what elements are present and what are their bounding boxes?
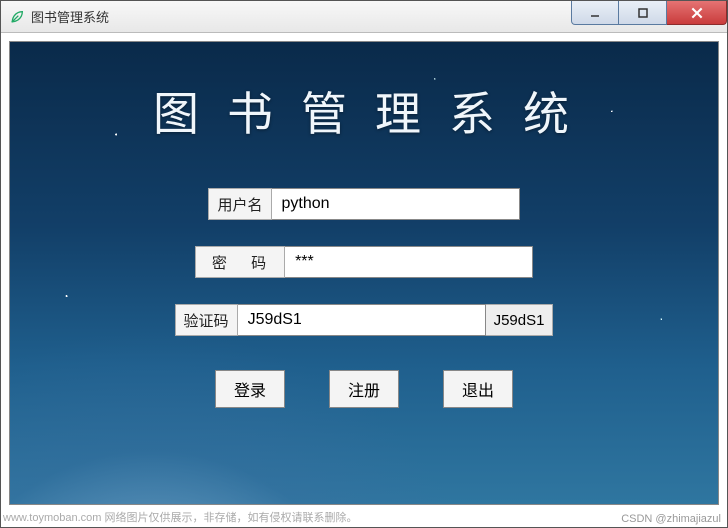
username-row: 用户名 [208, 188, 519, 220]
username-input[interactable] [272, 188, 520, 220]
window-minimize-button[interactable] [571, 1, 619, 25]
window-close-button[interactable] [667, 1, 727, 25]
password-row: 密 码 [195, 246, 533, 278]
window-titlebar: 图书管理系统 [1, 1, 727, 33]
captcha-row: 验证码 J59dS1 [175, 304, 554, 336]
app-feather-icon [9, 9, 25, 25]
button-row: 登录 注册 退出 [215, 370, 513, 408]
footer-right-text: CSDN @zhimajiazul [621, 513, 721, 525]
password-label: 密 码 [195, 246, 285, 278]
login-button[interactable]: 登录 [215, 370, 285, 408]
exit-button[interactable]: 退出 [443, 370, 513, 408]
captcha-label: 验证码 [175, 304, 238, 336]
window-title: 图书管理系统 [31, 7, 109, 26]
register-button[interactable]: 注册 [329, 370, 399, 408]
client-area: 图书管理系统 用户名 密 码 验证码 J59dS1 登录 注册 退出 [9, 41, 719, 505]
captcha-display: J59dS1 [486, 304, 554, 336]
password-input[interactable] [285, 246, 533, 278]
username-label: 用户名 [208, 188, 271, 220]
footer-left-text: www.toymoban.com 网络图片仅供展示，非存储，如有侵权请联系删除。 [3, 509, 357, 525]
captcha-input[interactable] [238, 304, 486, 336]
window-maximize-button[interactable] [619, 1, 667, 25]
app-title: 图书管理系统 [10, 78, 718, 144]
login-form: 用户名 密 码 验证码 J59dS1 登录 注册 退出 [10, 188, 718, 408]
